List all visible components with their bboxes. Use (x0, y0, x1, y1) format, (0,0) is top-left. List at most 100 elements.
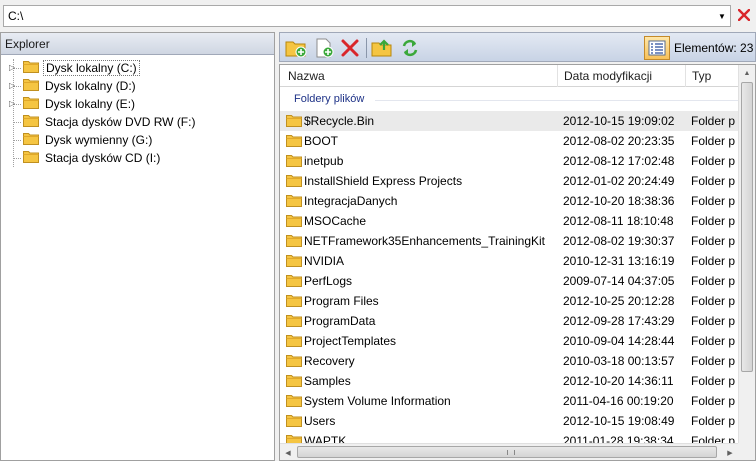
row-type: Folder p (691, 414, 736, 428)
folder-icon (286, 294, 302, 310)
tree-item-drive[interactable]: ▷ Dysk lokalny (D:) (1, 77, 274, 95)
row-type: Folder p (691, 234, 736, 248)
row-name: ProjectTemplates (304, 334, 397, 348)
row-date: 2012-08-02 20:23:35 (563, 134, 675, 148)
row-name: PerfLogs (304, 274, 353, 288)
scroll-corner (738, 443, 755, 460)
table-row[interactable]: $Recycle.Bin 2012-10-15 19:09:02 Folder p (280, 111, 740, 131)
folder-up-icon[interactable] (370, 36, 394, 60)
table-row[interactable]: inetpub 2012-08-12 17:02:48 Folder p (280, 151, 740, 171)
table-row[interactable]: BOOT 2012-08-02 20:23:35 Folder p (280, 131, 740, 151)
row-type: Folder p (691, 114, 736, 128)
horizontal-scrollbar[interactable]: ◀ ▶ (280, 443, 738, 460)
row-name: Recovery (304, 354, 355, 368)
folder-icon (286, 174, 302, 190)
folder-icon (286, 394, 302, 410)
folder-icon (23, 114, 39, 130)
scroll-up-icon[interactable]: ▲ (739, 65, 755, 82)
table-row[interactable]: System Volume Information 2011-04-16 00:1… (280, 391, 740, 411)
table-row[interactable]: NETFramework35Enhancements_TrainingKit 20… (280, 231, 740, 251)
address-dropdown-icon[interactable]: ▼ (714, 6, 730, 26)
horizontal-scroll-thumb[interactable] (297, 446, 717, 458)
table-row[interactable]: IntegracjaDanych 2012-10-20 18:38:36 Folde… (280, 191, 740, 211)
tree-item-drive[interactable]: Stacja dysków DVD RW (F:) (1, 113, 274, 131)
address-bar: C:\ ▼ (0, 0, 756, 32)
row-type: Folder p (691, 174, 736, 188)
row-type: Folder p (691, 194, 736, 208)
row-date: 2010-09-04 14:28:44 (563, 334, 675, 348)
new-folder-icon[interactable] (284, 36, 308, 60)
scroll-right-icon[interactable]: ▶ (722, 444, 738, 460)
row-date: 2012-10-25 20:12:28 (563, 294, 675, 308)
explorer-panel: Explorer ▷ Dysk lokalny (C:) ▷ Dysk lokalny… (0, 32, 275, 461)
folder-icon (23, 60, 39, 76)
row-name: BOOT (304, 134, 339, 148)
row-type: Folder p (691, 134, 736, 148)
vertical-scrollbar[interactable]: ▲ ▼ (738, 65, 755, 460)
toolbar-separator (366, 38, 367, 58)
scroll-left-icon[interactable]: ◀ (280, 444, 296, 460)
row-name: inetpub (304, 154, 344, 168)
row-type: Folder p (691, 294, 736, 308)
tree-item-label: Dysk lokalny (C:) (43, 60, 140, 76)
table-row[interactable]: PerfLogs 2009-07-14 04:37:05 Folder p (280, 271, 740, 291)
row-date: 2012-10-20 14:36:11 (563, 374, 674, 388)
group-header[interactable]: Foldery plików (294, 93, 364, 105)
drive-tree: ▷ Dysk lokalny (C:) ▷ Dysk lokalny (D:) ▷ Dys… (1, 55, 274, 167)
folder-icon (286, 114, 302, 130)
details-view-icon[interactable] (644, 36, 670, 60)
tree-item-label: Stacja dysków CD (I:) (45, 151, 161, 165)
file-list: Nazwa Data modyfikacji Typ Foldery plikó… (279, 64, 756, 461)
column-name[interactable]: Nazwa (288, 69, 325, 83)
file-rows: $Recycle.Bin 2012-10-15 19:09:02 Folder pB… (280, 111, 740, 451)
row-type: Folder p (691, 274, 736, 288)
table-row[interactable]: ProjectTemplates 2010-09-04 14:28:44 Folde… (280, 331, 740, 351)
folder-icon (23, 96, 39, 112)
folder-icon (286, 134, 302, 150)
row-type: Folder p (691, 394, 736, 408)
tree-item-label: Dysk wymienny (G:) (45, 133, 153, 147)
delete-icon[interactable] (338, 36, 362, 60)
folder-icon (286, 334, 302, 350)
vertical-scroll-thumb[interactable] (741, 82, 753, 372)
table-row[interactable]: Users 2012-10-15 19:08:49 Folder p (280, 411, 740, 431)
row-type: Folder p (691, 334, 736, 348)
row-date: 2010-03-18 00:13:57 (563, 354, 675, 368)
expand-icon[interactable]: ▷ (9, 63, 18, 72)
row-date: 2012-08-12 17:02:48 (563, 154, 675, 168)
table-row[interactable]: Samples 2012-10-20 14:36:11 Folder p (280, 371, 740, 391)
folder-icon (286, 414, 302, 430)
folder-icon (23, 78, 39, 94)
row-type: Folder p (691, 154, 736, 168)
row-name: MSOCache (304, 214, 367, 228)
row-date: 2012-10-20 18:38:36 (563, 194, 675, 208)
tree-item-drive[interactable]: ▷ Dysk lokalny (C:) (1, 59, 274, 77)
folder-icon (286, 254, 302, 270)
tree-item-drive[interactable]: Stacja dysków CD (I:) (1, 149, 274, 167)
expand-icon[interactable]: ▷ (9, 99, 18, 108)
table-row[interactable]: ProgramData 2012-09-28 17:43:29 Folder p (280, 311, 740, 331)
table-row[interactable]: NVIDIA 2010-12-31 13:16:19 Folder p (280, 251, 740, 271)
column-type[interactable]: Typ (692, 69, 711, 83)
close-icon[interactable] (736, 6, 752, 24)
tree-item-drive[interactable]: Dysk wymienny (G:) (1, 131, 274, 149)
address-input[interactable]: C:\ ▼ (3, 5, 731, 27)
row-type: Folder p (691, 374, 736, 388)
new-file-icon[interactable] (312, 36, 336, 60)
table-row[interactable]: Recovery 2010-03-18 00:13:57 Folder p (280, 351, 740, 371)
refresh-icon[interactable] (398, 36, 422, 60)
column-date[interactable]: Data modyfikacji (564, 69, 652, 83)
expand-icon[interactable]: ▷ (9, 81, 18, 90)
table-row[interactable]: InstallShield Express Projects 2012-01-02… (280, 171, 740, 191)
table-row[interactable]: Program Files 2012-10-25 20:12:28 Folder p (280, 291, 740, 311)
row-type: Folder p (691, 354, 736, 368)
tree-item-label: Dysk lokalny (E:) (45, 97, 136, 111)
tree-item-drive[interactable]: ▷ Dysk lokalny (E:) (1, 95, 274, 113)
row-date: 2011-04-16 00:19:20 (563, 394, 674, 408)
table-row[interactable]: MSOCache 2012-08-11 18:10:48 Folder p (280, 211, 740, 231)
tree-item-label: Dysk lokalny (D:) (45, 79, 136, 93)
address-path: C:\ (8, 9, 24, 23)
folder-icon (23, 132, 39, 148)
row-type: Folder p (691, 314, 736, 328)
row-date: 2012-10-15 19:09:02 (563, 114, 675, 128)
